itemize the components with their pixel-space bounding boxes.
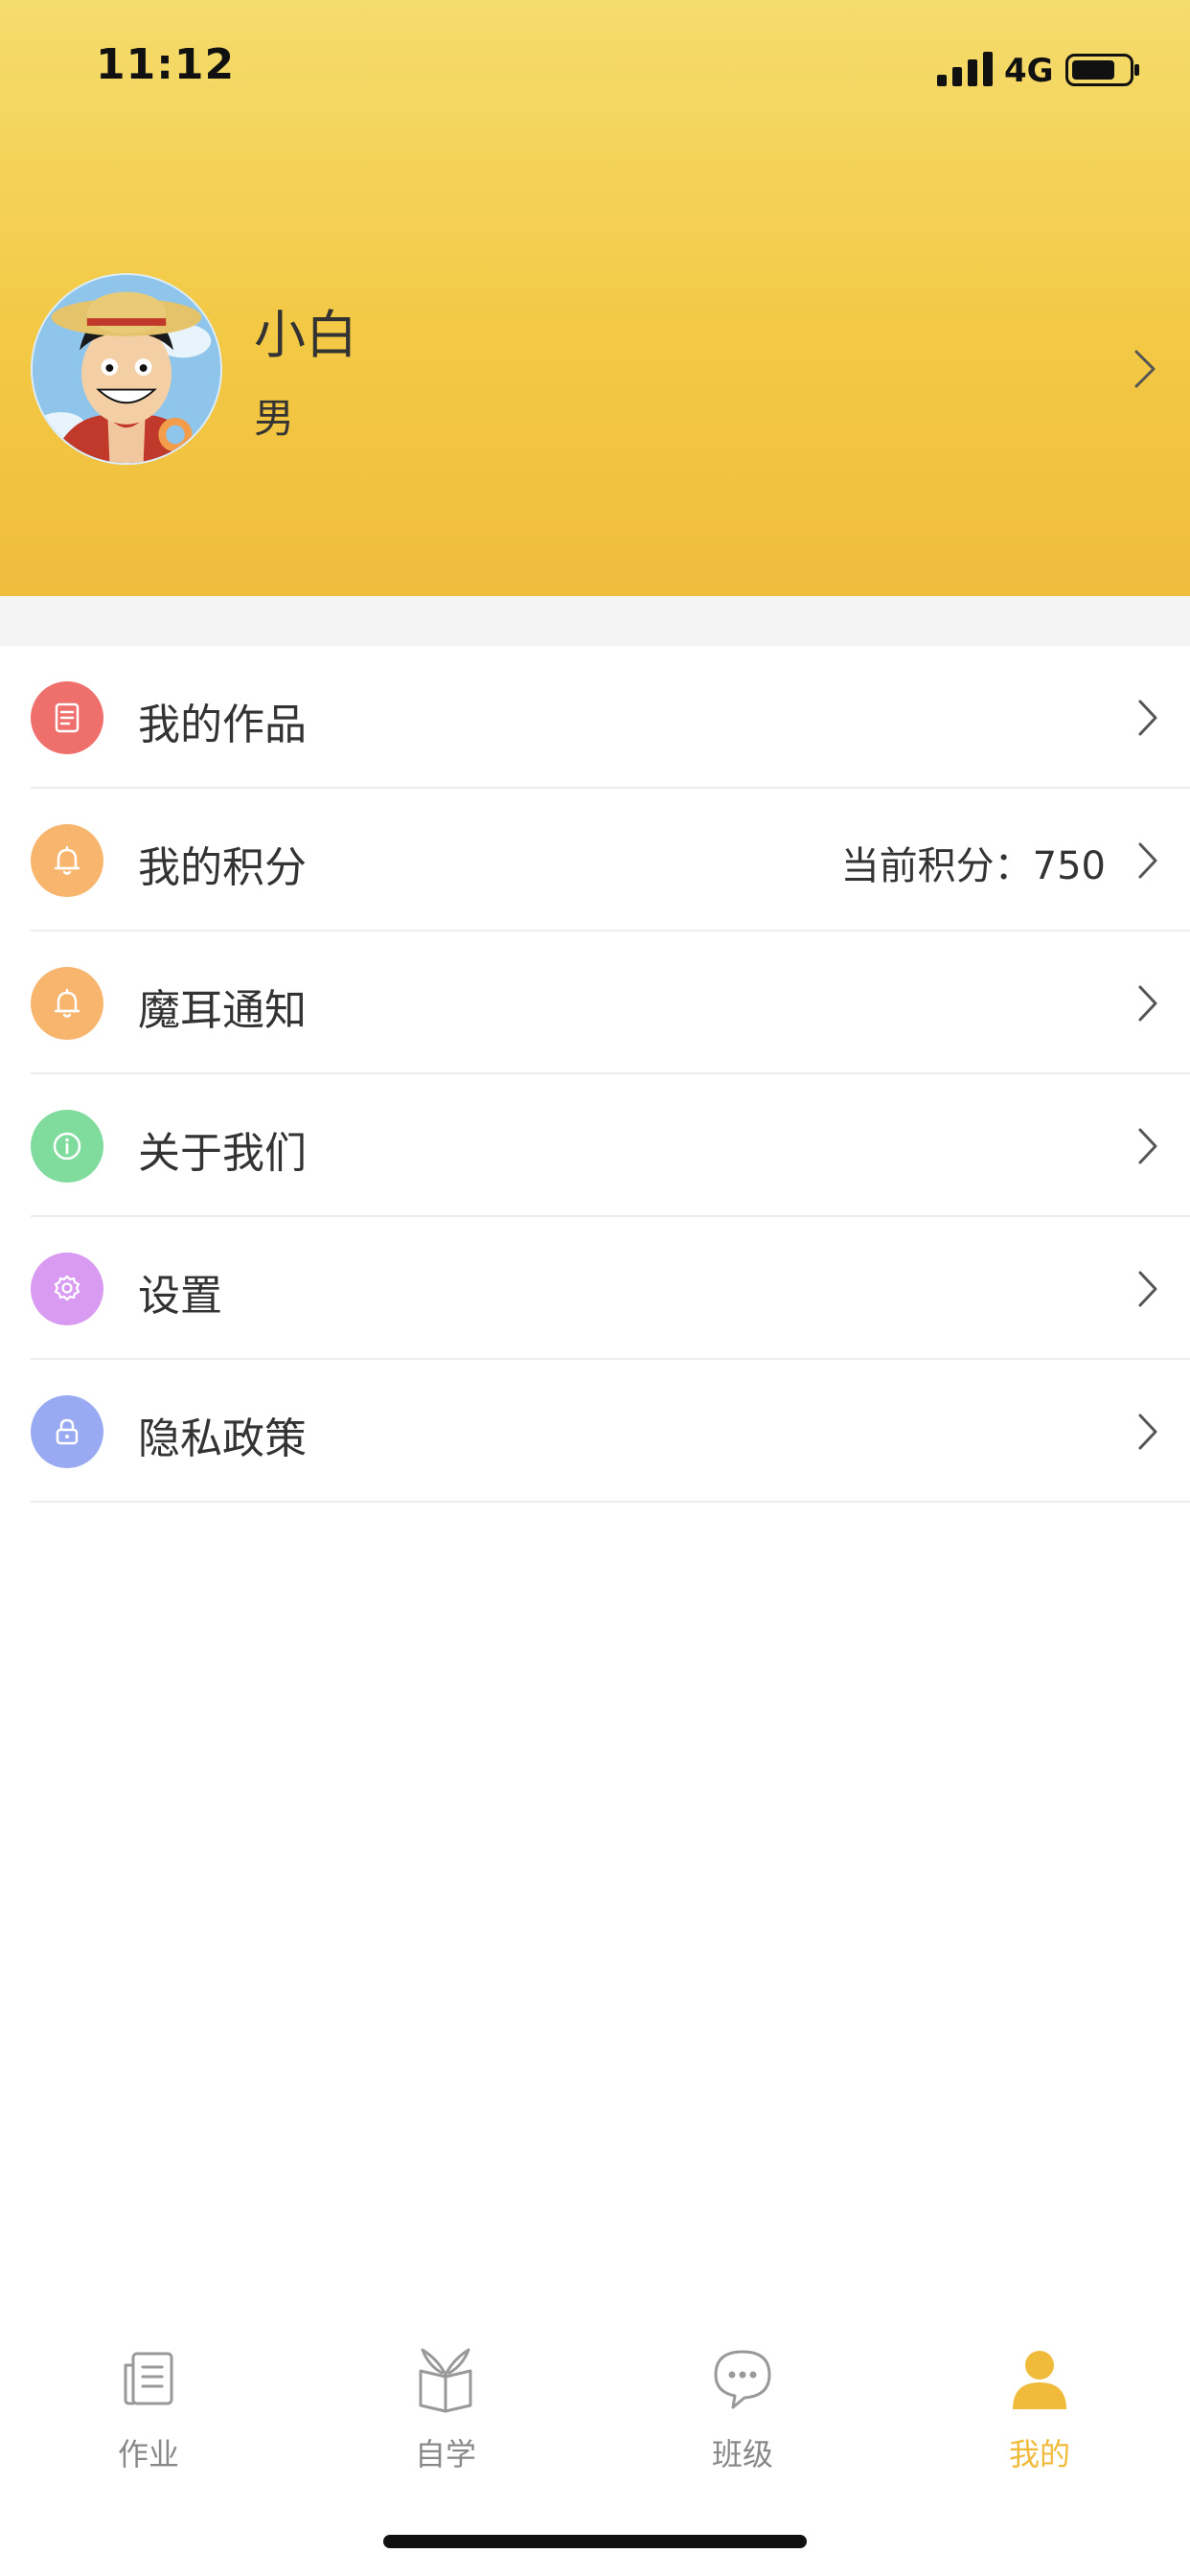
menu-item-label: 关于我们 xyxy=(138,1129,307,1178)
chevron-right-icon[interactable] xyxy=(1131,348,1159,390)
chevron-right-icon xyxy=(1138,1414,1157,1450)
menu-item-label: 我的积分 xyxy=(138,843,307,892)
tab-class[interactable]: 班级 xyxy=(594,2319,891,2482)
document-icon xyxy=(31,681,103,754)
homework-icon xyxy=(124,2352,173,2405)
menu-item-label: 隐私政策 xyxy=(138,1414,307,1463)
tab-label: 作业 xyxy=(117,2436,179,2472)
status-time: 11:12 xyxy=(96,40,236,89)
avatar[interactable] xyxy=(31,273,222,465)
points-value: 当前积分：750 xyxy=(840,844,1106,888)
network-type: 4G xyxy=(1004,52,1054,90)
menu-item-my-points[interactable]: 我的积分 当前积分：750 xyxy=(31,789,1190,932)
lock-icon xyxy=(31,1395,103,1468)
bell-icon xyxy=(31,967,103,1040)
book-icon xyxy=(419,2348,472,2413)
menu-list: 我的作品 我的积分 当前积分：750 魔耳通知 关于我们 设置 隐私政策 xyxy=(0,646,1190,1503)
menu-item-settings[interactable]: 设置 xyxy=(31,1217,1190,1360)
tab-label: 自学 xyxy=(414,2436,476,2472)
profile-header: 11:12 4G 小白 男 xyxy=(0,0,1190,596)
menu-item-label: 我的作品 xyxy=(138,701,307,749)
gear-icon xyxy=(31,1253,103,1325)
chevron-right-icon xyxy=(1138,1128,1157,1164)
tab-label: 班级 xyxy=(711,2436,773,2472)
tab-homework[interactable]: 作业 xyxy=(0,2319,297,2482)
home-indicator xyxy=(383,2535,807,2548)
section-divider xyxy=(0,596,1190,646)
profile-gender: 男 xyxy=(254,395,295,442)
profile-row[interactable]: 小白 男 xyxy=(0,273,1190,465)
status-bar: 11:12 4G xyxy=(0,0,1190,144)
avatar-illustration xyxy=(33,275,220,463)
info-icon xyxy=(31,1110,103,1183)
tab-label: 我的 xyxy=(1008,2436,1070,2472)
chevron-right-icon xyxy=(1138,985,1157,1022)
chevron-right-icon xyxy=(1138,1271,1157,1307)
menu-item-my-works[interactable]: 我的作品 xyxy=(31,646,1190,789)
tab-mine[interactable]: 我的 xyxy=(891,2319,1188,2482)
bell-icon xyxy=(31,824,103,897)
battery-icon xyxy=(1065,54,1139,86)
tab-self-study[interactable]: 自学 xyxy=(297,2319,594,2482)
person-icon xyxy=(1013,2351,1066,2409)
menu-item-about-us[interactable]: 关于我们 xyxy=(31,1074,1190,1217)
chat-icon xyxy=(714,2350,771,2409)
menu-item-label: 魔耳通知 xyxy=(138,986,307,1035)
menu-item-privacy-policy[interactable]: 隐私政策 xyxy=(31,1360,1190,1503)
tab-bar: 作业 自学 班级 我的 xyxy=(0,2319,1190,2482)
signal-icon xyxy=(937,52,993,86)
chevron-right-icon xyxy=(1138,842,1157,879)
profile-name: 小白 xyxy=(254,305,357,365)
menu-item-notifications[interactable]: 魔耳通知 xyxy=(31,932,1190,1074)
chevron-right-icon xyxy=(1138,700,1157,736)
menu-item-label: 设置 xyxy=(138,1272,222,1321)
